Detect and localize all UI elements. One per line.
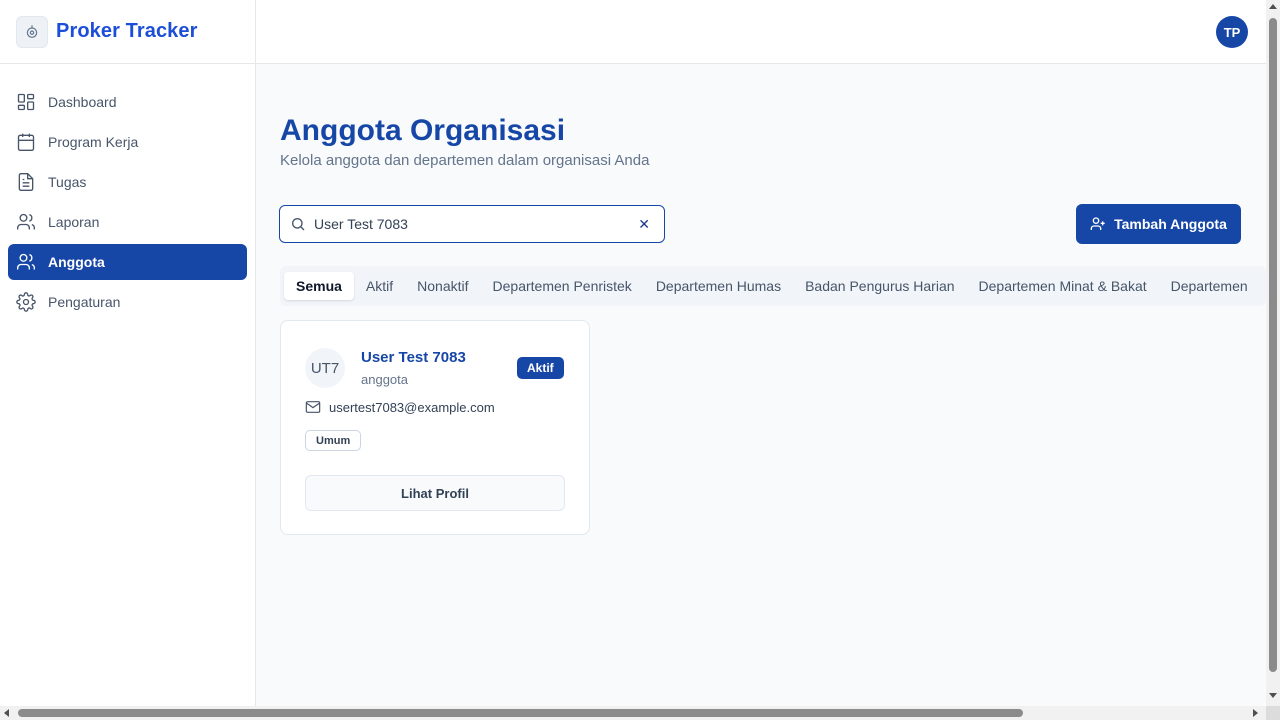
- gear-icon: [16, 292, 36, 312]
- clear-search-button[interactable]: ✕: [638, 216, 650, 233]
- scroll-up-arrow-icon[interactable]: [1269, 4, 1277, 9]
- page-title: Anggota Organisasi: [280, 114, 566, 147]
- scroll-left-arrow-icon[interactable]: [4, 709, 9, 717]
- document-icon: [18, 173, 34, 191]
- tab-aktif[interactable]: Aktif: [354, 272, 405, 300]
- tab-departemen-penristek[interactable]: Departemen Penristek: [481, 272, 644, 300]
- scrollbar-corner: [1266, 706, 1280, 720]
- tab-badan-pengurus-harian[interactable]: Badan Pengurus Harian: [793, 272, 966, 300]
- search-icon: [292, 218, 305, 231]
- member-avatar: UT7: [305, 348, 345, 388]
- member-email-text: usertest7083@example.com: [329, 399, 495, 415]
- department-badge: Umum: [305, 430, 362, 451]
- vertical-scrollbar[interactable]: [1266, 0, 1280, 706]
- user-avatar[interactable]: TP: [1216, 16, 1248, 48]
- sidebar-item-anggota[interactable]: Anggota: [8, 244, 247, 280]
- sidebar-nav: Dashboard Program Kerja Tugas Laporan An…: [0, 64, 255, 320]
- sidebar-item-label: Anggota: [48, 254, 105, 270]
- sidebar-item-label: Laporan: [48, 214, 100, 230]
- scroll-right-arrow-icon[interactable]: [1253, 709, 1258, 717]
- filter-tabs: Semua Aktif Nonaktif Departemen Penriste…: [280, 266, 1266, 306]
- users-icon: [17, 253, 35, 270]
- calendar-icon: [17, 133, 35, 151]
- horizontal-scrollbar[interactable]: [0, 706, 1266, 720]
- sidebar-item-label: Program Kerja: [48, 134, 139, 150]
- tab-departemen-humas[interactable]: Departemen Humas: [644, 272, 793, 300]
- scroll-down-arrow-icon[interactable]: [1269, 693, 1277, 698]
- sidebar-item-label: Dashboard: [48, 94, 117, 110]
- main-content: Anggota Organisasi Kelola anggota dan de…: [256, 64, 1266, 706]
- tab-nonaktif[interactable]: Nonaktif: [405, 272, 480, 300]
- page-subtitle: Kelola anggota dan departemen dalam orga…: [280, 152, 650, 169]
- tab-semua[interactable]: Semua: [284, 272, 354, 300]
- sidebar: Proker Tracker Dashboard Program Kerja T…: [0, 0, 256, 720]
- tab-departemen-minat-bakat[interactable]: Departemen Minat & Bakat: [967, 272, 1159, 300]
- sidebar-item-laporan[interactable]: Laporan: [8, 204, 247, 240]
- brand[interactable]: Proker Tracker: [0, 0, 255, 64]
- brand-name: Proker Tracker: [56, 20, 198, 42]
- add-member-label: Tambah Anggota: [1114, 216, 1227, 232]
- member-card: UT7 User Test 7083 anggota Aktif usertes…: [280, 320, 590, 535]
- view-profile-button[interactable]: Lihat Profil: [305, 475, 565, 511]
- member-role: anggota: [361, 372, 408, 387]
- tab-departemen[interactable]: Departemen: [1159, 272, 1260, 300]
- topbar: TP: [256, 0, 1266, 64]
- sidebar-item-label: Tugas: [48, 174, 87, 190]
- vertical-scroll-thumb[interactable]: [1269, 18, 1277, 672]
- users-icon: [17, 213, 35, 230]
- status-badge: Aktif: [517, 357, 564, 379]
- member-email: usertest7083@example.com: [305, 399, 495, 415]
- mail-icon: [305, 401, 321, 413]
- add-member-button[interactable]: Tambah Anggota: [1076, 204, 1241, 244]
- search-box: ✕: [279, 205, 665, 243]
- user-plus-icon: [1090, 217, 1105, 230]
- horizontal-scroll-thumb[interactable]: [18, 709, 1023, 717]
- sidebar-item-pengaturan[interactable]: Pengaturan: [8, 284, 247, 320]
- sidebar-item-program-kerja[interactable]: Program Kerja: [8, 124, 247, 160]
- dashboard-icon: [17, 93, 35, 111]
- member-name[interactable]: User Test 7083: [361, 349, 466, 366]
- sidebar-item-tugas[interactable]: Tugas: [8, 164, 247, 200]
- search-input[interactable]: [314, 216, 624, 232]
- logo-icon: [16, 15, 48, 48]
- sidebar-item-label: Pengaturan: [48, 294, 121, 310]
- sidebar-item-dashboard[interactable]: Dashboard: [8, 84, 247, 120]
